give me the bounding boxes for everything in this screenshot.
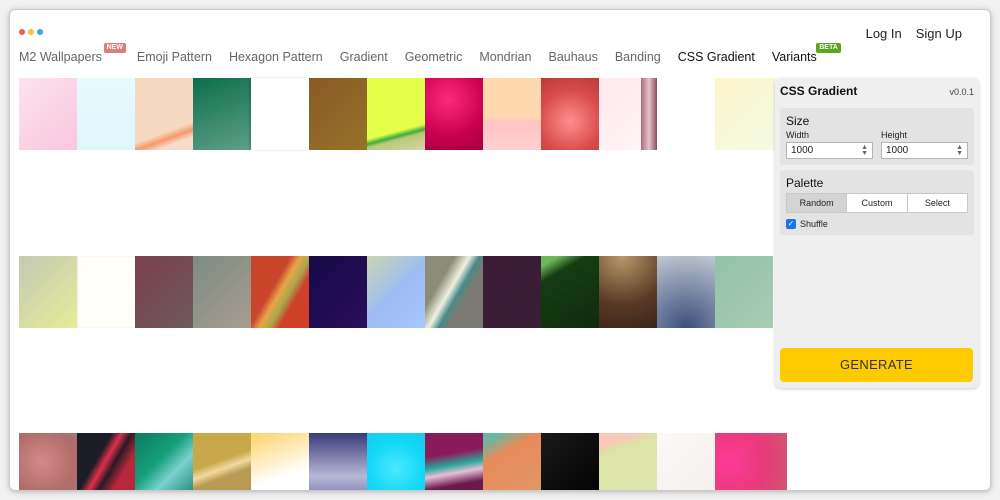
nav-gradient[interactable]: Gradient [340, 50, 388, 64]
gradient-tile[interactable] [483, 433, 541, 490]
login-link[interactable]: Log In [866, 26, 902, 41]
size-fields: Width 1000 ▲ ▼ Height 1000 ▲ ▼ [786, 130, 968, 159]
gradient-tile[interactable] [77, 433, 135, 490]
height-label: Height [881, 130, 908, 140]
gradient-tile[interactable] [425, 433, 483, 490]
red-dot-icon [19, 29, 25, 35]
gradient-tile[interactable] [541, 78, 599, 150]
gradient-tile[interactable] [19, 78, 77, 150]
width-field: Width 1000 ▲ ▼ [786, 130, 873, 159]
gradient-tile[interactable] [19, 256, 77, 328]
stepper-icon[interactable]: ▲ ▼ [861, 144, 868, 157]
gradient-tile[interactable] [309, 433, 367, 490]
palette-random-button[interactable]: Random [787, 194, 847, 212]
gradient-tile[interactable] [483, 256, 541, 328]
stepper-icon[interactable]: ▲ ▼ [956, 144, 963, 157]
width-label: Width [786, 130, 810, 140]
palette-title: Palette [786, 176, 824, 190]
width-input[interactable]: 1000 ▲ ▼ [786, 142, 873, 159]
nav-label: Variants [771, 50, 817, 64]
gradient-tile[interactable] [309, 78, 367, 150]
nav-geometric[interactable]: Geometric [405, 50, 463, 64]
gradient-tile[interactable] [251, 433, 309, 490]
nav-m2-wallpapers[interactable]: M2 Wallpapers NEW [19, 43, 126, 64]
shuffle-row[interactable]: ✓ Shuffle [786, 219, 968, 229]
size-section: Size Width 1000 ▲ ▼ Height 1000 ▲ ▼ [780, 108, 974, 165]
gradient-tile[interactable] [135, 433, 193, 490]
gradient-tile[interactable] [193, 433, 251, 490]
width-value: 1000 [791, 145, 814, 156]
beta-badge: BETA [816, 43, 841, 53]
gradient-tile[interactable] [367, 78, 425, 150]
gradient-tile[interactable] [77, 78, 135, 150]
gradient-tile[interactable] [367, 433, 425, 490]
nav-banding[interactable]: Banding [615, 50, 661, 64]
gradient-tile[interactable] [715, 78, 775, 150]
shuffle-label: Shuffle [800, 219, 828, 229]
yellow-dot-icon [28, 29, 34, 35]
signup-link[interactable]: Sign Up [916, 26, 962, 41]
window-dots [19, 29, 43, 35]
palette-custom-button[interactable]: Custom [846, 194, 906, 212]
gradient-tile[interactable] [641, 78, 657, 150]
height-field: Height 1000 ▲ ▼ [881, 130, 968, 159]
nav-css-gradient[interactable]: CSS Gradient [678, 50, 755, 64]
gradient-tile[interactable] [599, 256, 657, 328]
gradient-tile[interactable] [715, 433, 787, 490]
gradient-tile[interactable] [657, 433, 715, 490]
gradient-tile[interactable] [541, 256, 599, 328]
gradient-tile[interactable] [193, 256, 251, 328]
shuffle-checkbox[interactable]: ✓ [786, 219, 796, 229]
gradient-tile[interactable] [483, 78, 541, 150]
palette-section: Palette Random Custom Select ✓ Shuffle [780, 170, 974, 235]
panel-title: CSS Gradient [780, 84, 858, 98]
new-badge: NEW [103, 43, 126, 53]
gradient-tile[interactable] [251, 78, 309, 150]
gradient-tile[interactable] [19, 433, 77, 490]
gradient-tile[interactable] [425, 256, 483, 328]
gradient-tile[interactable] [193, 78, 251, 150]
palette-mode-toggle: Random Custom Select [786, 193, 968, 213]
blue-dot-icon [37, 29, 43, 35]
nav-label: M2 Wallpapers [19, 50, 102, 64]
panel-header: CSS Gradient v0.0.1 [780, 84, 974, 103]
gradient-tile[interactable] [135, 256, 193, 328]
generate-button[interactable]: GENERATE [780, 348, 973, 382]
gradient-tile[interactable] [599, 433, 657, 490]
height-value: 1000 [886, 145, 909, 156]
gradient-tile[interactable] [77, 256, 135, 328]
palette-select-button[interactable]: Select [906, 194, 967, 212]
gradient-tile[interactable] [367, 256, 425, 328]
gradient-tile[interactable] [135, 78, 193, 150]
size-title: Size [786, 114, 810, 128]
gradient-tile[interactable] [657, 256, 715, 328]
gradient-tile[interactable] [309, 256, 367, 328]
auth-links: Log In Sign Up [866, 26, 962, 41]
nav-variants[interactable]: Variants BETA [771, 43, 841, 64]
panel-version: v0.0.1 [949, 87, 974, 97]
css-gradient-panel: CSS Gradient v0.0.1 Size Width 1000 ▲ ▼ H… [775, 78, 979, 388]
nav-mondrian[interactable]: Mondrian [479, 50, 531, 64]
height-input[interactable]: 1000 ▲ ▼ [881, 142, 968, 159]
gradient-tile[interactable] [541, 433, 599, 490]
nav-bauhaus[interactable]: Bauhaus [548, 50, 597, 64]
nav-emoji-pattern[interactable]: Emoji Pattern [137, 50, 212, 64]
gradient-tile[interactable] [425, 78, 483, 150]
gradient-tile[interactable] [715, 256, 773, 328]
main-nav: M2 Wallpapers NEW Emoji Pattern Hexagon P… [19, 43, 841, 64]
nav-hexagon-pattern[interactable]: Hexagon Pattern [229, 50, 323, 64]
app-window: Log In Sign Up M2 Wallpapers NEW Emoji Pa… [9, 9, 991, 491]
gradient-tile[interactable] [251, 256, 309, 328]
